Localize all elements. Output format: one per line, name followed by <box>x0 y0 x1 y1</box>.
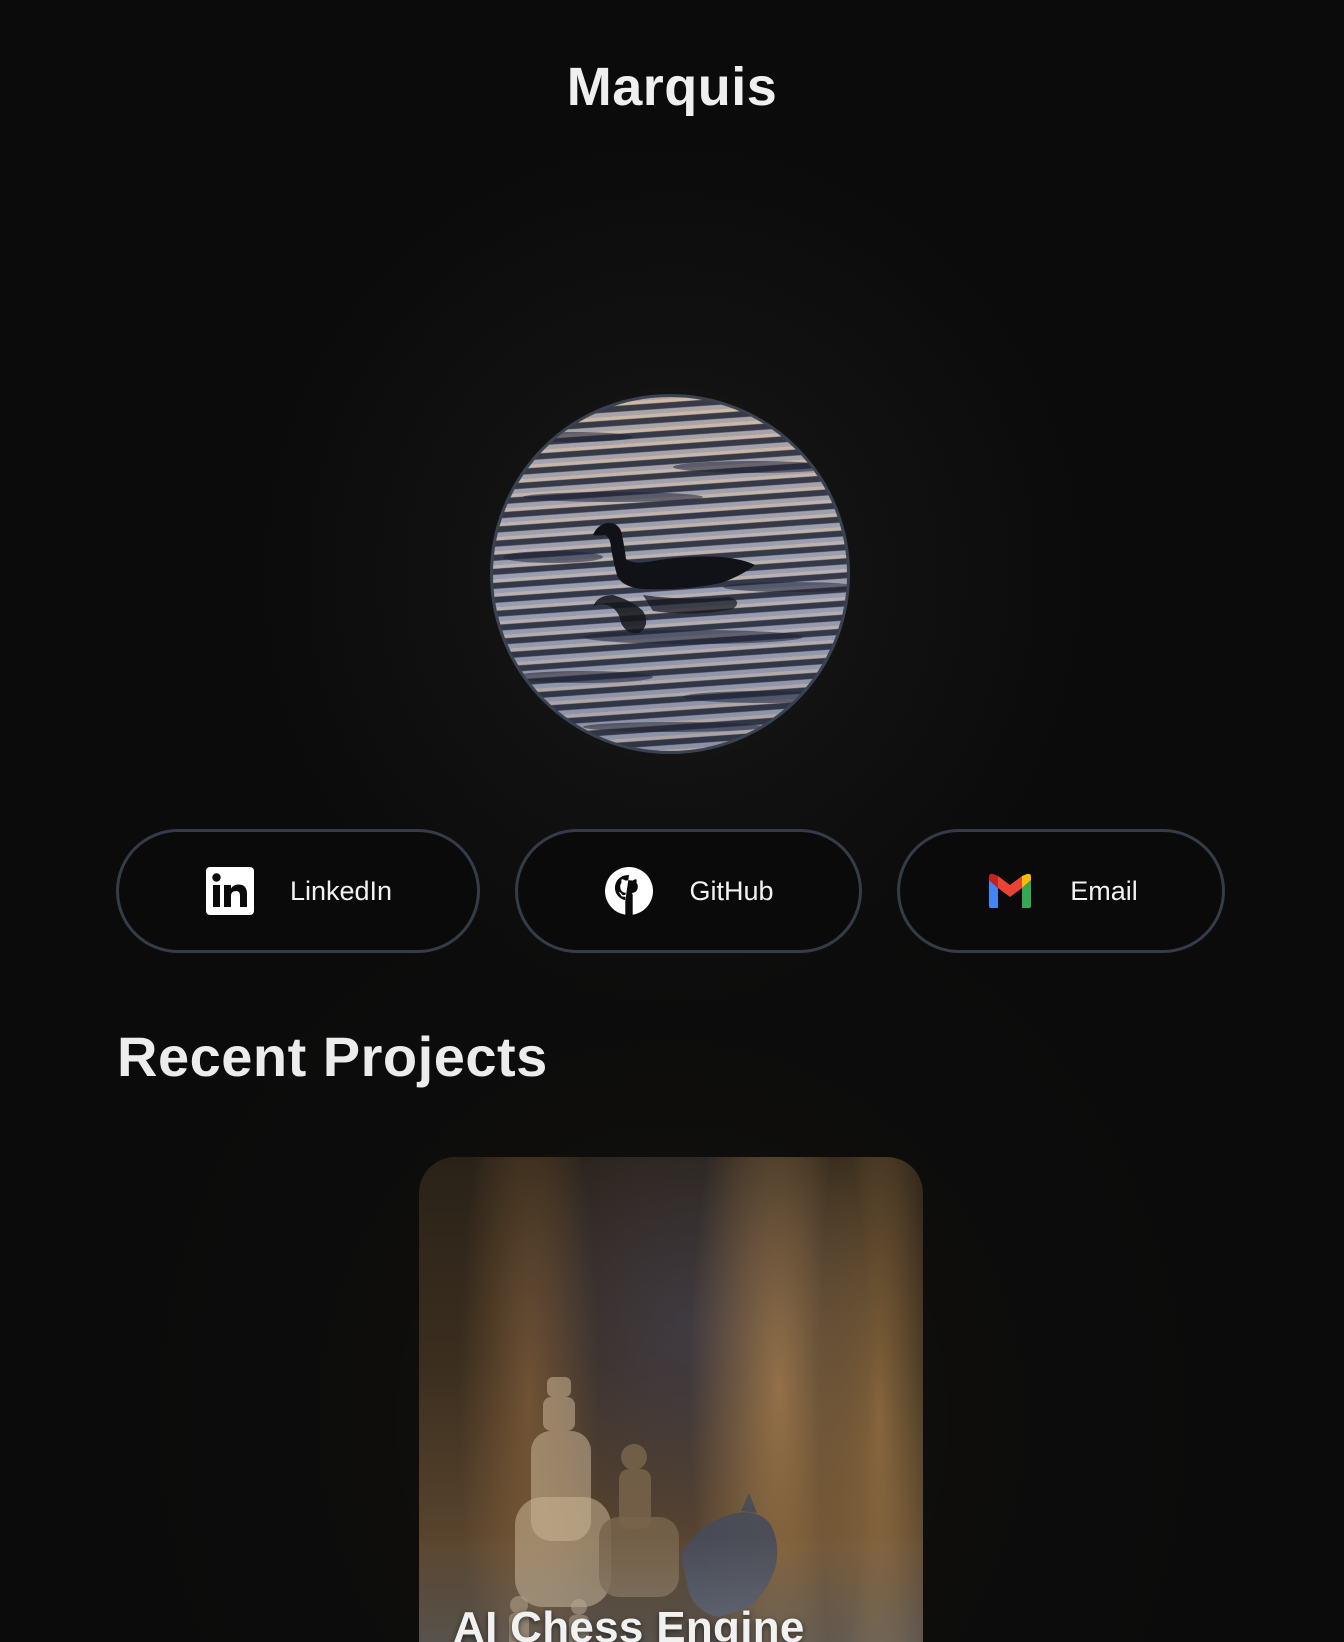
linkedin-icon <box>204 866 256 916</box>
project-title: AI Chess Engine <box>453 1603 805 1642</box>
site-title: Marquis <box>566 57 778 117</box>
social-links: LinkedIn GitHub Email <box>0 829 1344 953</box>
github-icon <box>603 866 655 916</box>
portfolio-page: Marquis LinkedIn GitHub Email Recent Pro… <box>0 0 1344 1642</box>
github-button[interactable]: GitHub <box>515 829 862 953</box>
email-label: Email <box>1070 875 1138 906</box>
goose-silhouette-icon <box>503 432 847 732</box>
profile-avatar <box>490 394 850 754</box>
gmail-icon <box>984 866 1036 916</box>
github-label: GitHub <box>689 875 774 906</box>
recent-projects-heading: Recent Projects <box>117 1025 548 1088</box>
linkedin-label: LinkedIn <box>289 875 393 906</box>
project-card[interactable]: AI Chess Engine <box>419 1157 923 1642</box>
email-button[interactable]: Email <box>897 829 1225 953</box>
linkedin-button[interactable]: LinkedIn <box>116 829 480 953</box>
